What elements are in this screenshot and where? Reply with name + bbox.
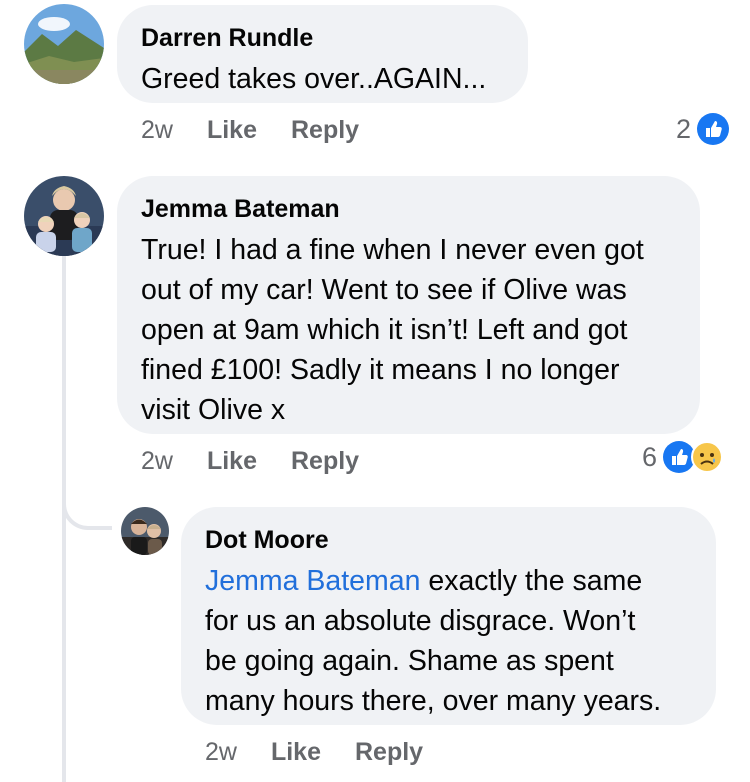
comment-line: many hours there, over many years. xyxy=(205,685,662,717)
reply-button[interactable]: Reply xyxy=(355,738,423,767)
comment-bubble: Jemma Bateman True! I had a fine when I … xyxy=(117,176,700,434)
comment-line: Jemma Bateman exactly the same xyxy=(205,561,692,601)
comment-line-text: exactly the same xyxy=(420,565,643,597)
timestamp[interactable]: 2w xyxy=(141,116,173,145)
comment-text: True! I had a fine when I never even got… xyxy=(141,230,676,430)
avatar[interactable] xyxy=(121,507,169,555)
like-icon xyxy=(697,113,730,145)
comment-actions: 2w Like Reply xyxy=(141,116,393,145)
avatar[interactable] xyxy=(24,4,104,84)
reply-button[interactable]: Reply xyxy=(291,447,359,476)
comment-author[interactable]: Jemma Bateman xyxy=(141,194,676,224)
comment-text: Greed takes over..AGAIN... xyxy=(141,63,487,95)
comment-line: be going again. Shame as spent xyxy=(205,645,614,677)
landscape-photo xyxy=(24,4,104,84)
reactions-summary[interactable]: 2 xyxy=(676,113,730,145)
comment-text: Jemma Bateman exactly the same for us an… xyxy=(205,561,692,721)
reply-connector xyxy=(62,470,112,530)
avatar[interactable] xyxy=(24,176,104,256)
comment-line: fined £100! Sadly it means I no longer xyxy=(141,354,620,386)
like-button[interactable]: Like xyxy=(271,738,321,767)
sad-icon xyxy=(691,441,724,473)
comment-bubble: Dot Moore Jemma Bateman exactly the same… xyxy=(181,507,716,725)
comment-author[interactable]: Darren Rundle xyxy=(141,23,504,53)
group-photo xyxy=(24,176,104,256)
like-button[interactable]: Like xyxy=(207,116,257,145)
thread-line xyxy=(62,256,66,782)
timestamp[interactable]: 2w xyxy=(205,738,237,767)
comment-line: True! I had a fine when I never even got xyxy=(141,234,644,266)
comment-bubble: Darren Rundle Greed takes over..AGAIN... xyxy=(117,5,528,103)
mention-link[interactable]: Jemma Bateman xyxy=(205,565,420,597)
reaction-count: 2 xyxy=(676,113,692,144)
reaction-count: 6 xyxy=(642,441,658,472)
like-button[interactable]: Like xyxy=(207,447,257,476)
comment-line: out of my car! Went to see if Olive was xyxy=(141,274,627,306)
comment-actions: 2w Like Reply xyxy=(141,447,393,476)
comment-line: open at 9am which it isn’t! Left and got xyxy=(141,314,628,346)
comment-line: for us an absolute disgrace. Won’t xyxy=(205,605,636,637)
comment-actions: 2w Like Reply xyxy=(205,738,457,767)
selfie-photo xyxy=(121,507,169,555)
reactions-summary[interactable]: 6 xyxy=(642,441,724,473)
comment-author[interactable]: Dot Moore xyxy=(205,525,692,555)
timestamp[interactable]: 2w xyxy=(141,447,173,476)
comment-line: visit Olive x xyxy=(141,394,286,426)
reply-button[interactable]: Reply xyxy=(291,116,359,145)
